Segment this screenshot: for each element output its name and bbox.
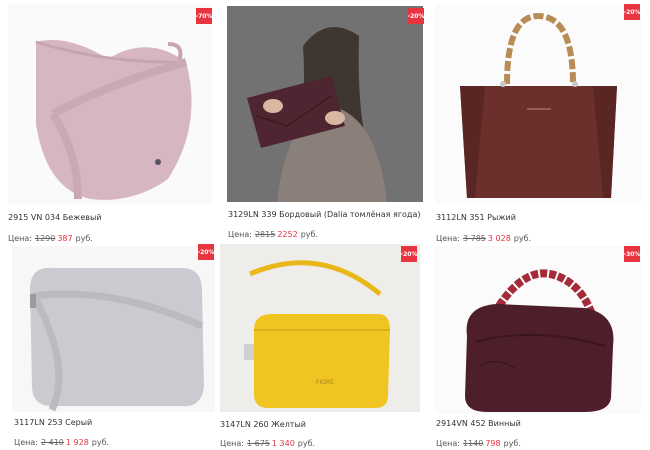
discount-badge: -20%	[401, 246, 417, 262]
product-card[interactable]: -30% 2914VN 452 Винный Цена: 1140 798 руб.	[430, 242, 645, 450]
product-card[interactable]: -20% 3129LN 339 Бордовый (Dalia томлёная…	[220, 0, 430, 250]
new-price: 1 928	[65, 438, 89, 447]
hobo-bag-image	[35, 40, 192, 200]
model-with-clutch-image	[227, 6, 423, 202]
new-price: 2252	[277, 230, 298, 239]
product-card[interactable]: -20% 3117LN 253 Серый Цена: 2 410 1 928 руб…	[0, 242, 215, 450]
brand-mark: FIORE	[316, 379, 334, 386]
discount-badge: -20%	[408, 8, 424, 24]
product-photo[interactable]	[435, 4, 641, 204]
currency: руб.	[297, 439, 316, 448]
product-card[interactable]: FIORE -20% 3147LN 260 Желтый Цена: 1 675 1…	[215, 242, 430, 450]
crossbody-bag-image	[30, 267, 204, 412]
product-photo[interactable]	[435, 246, 641, 414]
product-price: Цена: 1140 798 руб.	[436, 439, 521, 448]
product-photo[interactable]	[12, 246, 215, 412]
discount-badge: -20%	[198, 244, 214, 260]
yellow-crossbody-bag-image: FIORE	[220, 244, 420, 412]
currency: руб.	[91, 438, 110, 447]
new-price: 798	[485, 439, 501, 448]
price-label: Цена:	[14, 438, 38, 447]
old-price: 2 410	[40, 438, 64, 447]
product-name[interactable]: 3147LN 260 Желтый	[220, 420, 306, 429]
product-name[interactable]: 3117LN 253 Серый	[14, 418, 92, 427]
price-label: Цена:	[436, 439, 460, 448]
new-price: 1 340	[271, 439, 295, 448]
product-price: Цена: 2 410 1 928 руб.	[14, 438, 109, 447]
product-card[interactable]: -20% 3112LN 351 Рыжий Цена: 3 785 3 028 руб…	[430, 0, 645, 250]
discount-badge: -20%	[624, 4, 640, 20]
tote-bag-image	[460, 12, 617, 198]
product-name[interactable]: 3129LN 339 Бордовый (Dalia томлёная ягод…	[228, 210, 420, 219]
currency: руб.	[300, 230, 318, 239]
product-photo[interactable]	[8, 4, 212, 204]
price-label: Цена:	[220, 439, 244, 448]
price-label: Цена:	[228, 230, 252, 239]
product-photo[interactable]	[227, 6, 423, 202]
product-photo[interactable]: FIORE	[220, 244, 420, 412]
product-name[interactable]: 3112LN 351 Рыжий	[436, 213, 516, 222]
product-price: Цена: 1 675 1 340 руб.	[220, 439, 315, 448]
product-price: Цена: 2815 2252 руб.	[228, 230, 318, 239]
product-card[interactable]: -70% 2915 VN 034 Бежевый Цена: 1290 387 руб…	[0, 0, 215, 250]
product-name[interactable]: 2914VN 452 Винный	[436, 419, 521, 428]
discount-badge: -70%	[196, 8, 212, 24]
discount-badge: -30%	[624, 246, 640, 262]
chain-bag-image	[465, 269, 614, 412]
old-price: 2815	[254, 230, 276, 239]
old-price: 1 675	[246, 439, 270, 448]
old-price: 1140	[462, 439, 484, 448]
currency: руб.	[503, 439, 521, 448]
product-name[interactable]: 2915 VN 034 Бежевый	[8, 213, 101, 222]
